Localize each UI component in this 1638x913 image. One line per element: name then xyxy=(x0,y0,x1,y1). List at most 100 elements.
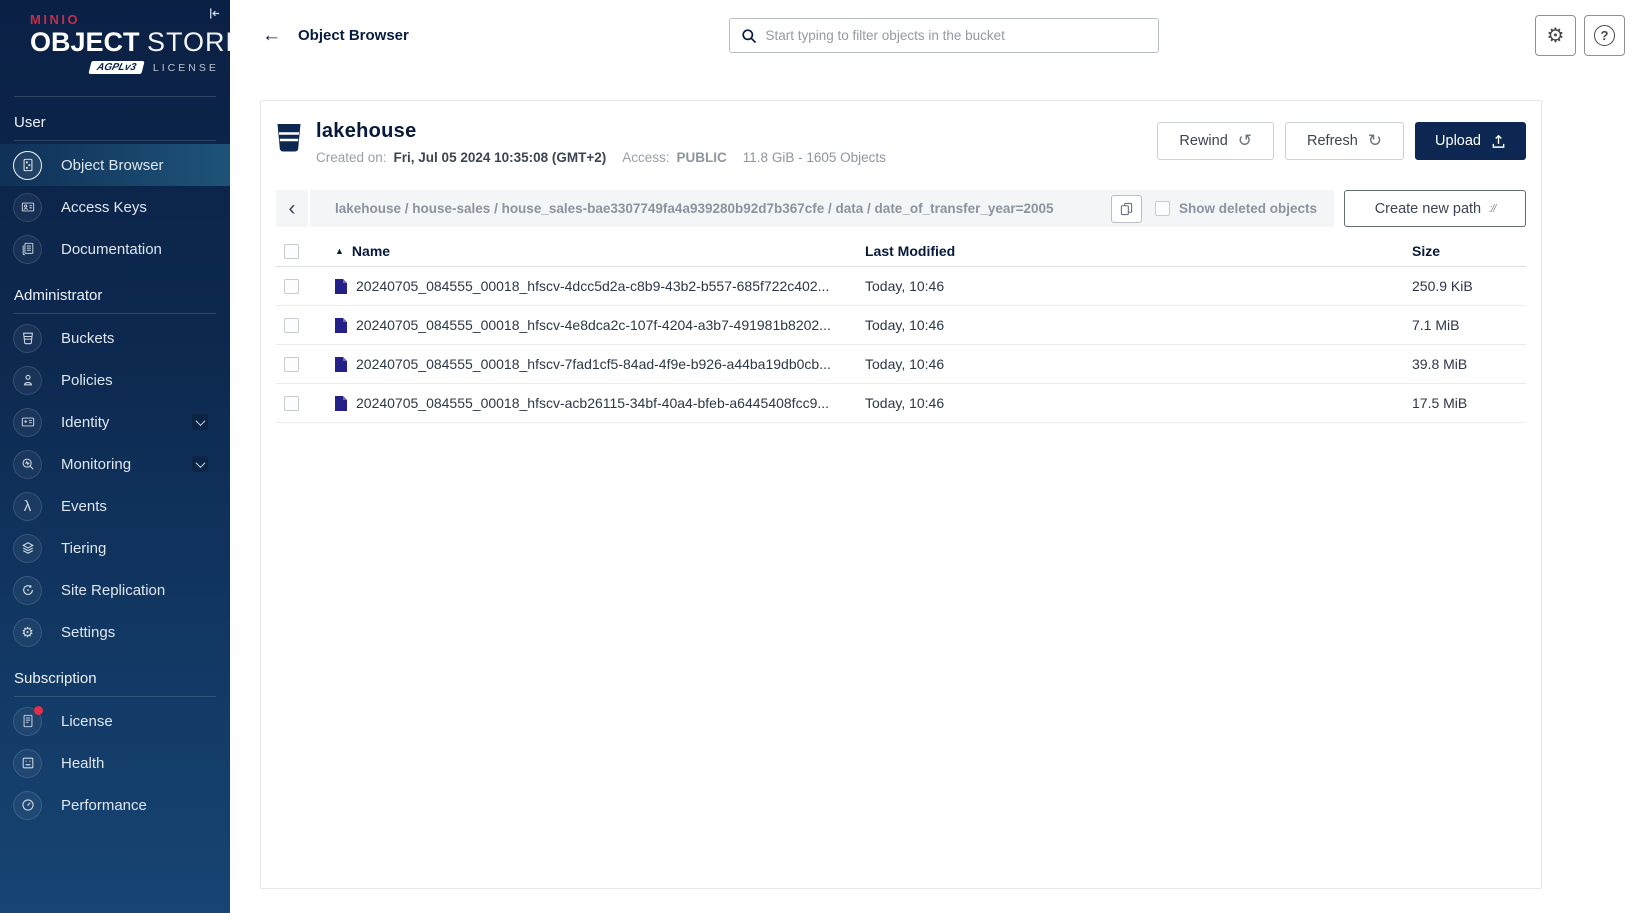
table-row[interactable]: 20240705_084555_00018_hfscv-acb26115-34b… xyxy=(276,384,1526,423)
gear-icon: ⚙ xyxy=(1547,23,1565,48)
sidebar-item-buckets[interactable]: Buckets xyxy=(0,317,230,359)
row-checkbox[interactable] xyxy=(284,279,299,294)
last-modified-column-header[interactable]: Last Modified xyxy=(865,243,1410,259)
upload-button[interactable]: Upload xyxy=(1415,122,1526,160)
license-label: LICENSE xyxy=(153,62,219,74)
sidebar-item-access-keys[interactable]: Access Keys xyxy=(0,186,230,228)
sidebar-item-label: Events xyxy=(61,498,107,515)
logo-title: OBJECT STORE xyxy=(30,27,230,58)
object-filter-searchbox[interactable] xyxy=(729,18,1159,53)
refresh-button[interactable]: Refresh ↻ xyxy=(1285,122,1404,160)
topbar: ← Object Browser ⚙ ? xyxy=(230,0,1638,71)
sidebar-item-label: Performance xyxy=(61,797,147,814)
back-arrow-icon[interactable]: ← xyxy=(262,25,281,47)
row-checkbox[interactable] xyxy=(284,357,299,372)
section-title-subscription: Subscription xyxy=(0,653,230,696)
copy-path-button[interactable] xyxy=(1111,195,1142,223)
access-value[interactable]: PUBLIC xyxy=(677,150,727,165)
policies-icon xyxy=(13,366,42,395)
sidebar-item-tiering[interactable]: Tiering xyxy=(0,527,230,569)
license-icon xyxy=(13,707,42,736)
create-path-icon: :// xyxy=(1489,203,1495,215)
bucket-stats: 11.8 GiB - 1605 Objects xyxy=(743,150,886,165)
show-deleted-label[interactable]: Show deleted objects xyxy=(1179,201,1317,216)
rewind-button[interactable]: Rewind ↺ xyxy=(1157,122,1274,160)
minio-logo: MINIO OBJECT STORE AGPLv3 LICENSE xyxy=(0,0,230,74)
table-row[interactable]: 20240705_084555_00018_hfscv-4e8dca2c-107… xyxy=(276,306,1526,345)
object-modified: Today, 10:46 xyxy=(865,278,1410,294)
sidebar-item-label: Settings xyxy=(61,624,115,641)
breadcrumb-back-chevron[interactable]: ‹ xyxy=(276,190,310,227)
sidebar-item-identity[interactable]: Identity xyxy=(0,401,230,443)
search-icon xyxy=(741,28,757,44)
page-title: Object Browser xyxy=(298,27,409,44)
sidebar-item-documentation[interactable]: Documentation xyxy=(0,228,230,270)
divider xyxy=(14,696,216,697)
sidebar-item-site-replication[interactable]: Site Replication xyxy=(0,569,230,611)
object-name[interactable]: 20240705_084555_00018_hfscv-4e8dca2c-107… xyxy=(356,317,831,333)
object-name[interactable]: 20240705_084555_00018_hfscv-7fad1cf5-84a… xyxy=(356,356,831,372)
object-name[interactable]: 20240705_084555_00018_hfscv-acb26115-34b… xyxy=(356,395,829,411)
show-deleted-checkbox[interactable] xyxy=(1155,201,1170,216)
sidebar-item-license[interactable]: License xyxy=(0,700,230,742)
divider xyxy=(14,140,216,141)
access-label: Access: xyxy=(622,150,669,165)
bucket-browser-card: lakehouse Created on: Fri, Jul 05 2024 1… xyxy=(260,100,1542,889)
sidebar-item-performance[interactable]: Performance xyxy=(0,784,230,826)
sidebar: MINIO OBJECT STORE AGPLv3 LICENSE User O… xyxy=(0,0,230,913)
sidebar-item-label: Access Keys xyxy=(61,199,147,216)
sidebar-collapse-icon[interactable] xyxy=(207,6,222,21)
sidebar-item-health[interactable]: Health xyxy=(0,742,230,784)
help-icon: ? xyxy=(1594,25,1615,46)
table-row[interactable]: 20240705_084555_00018_hfscv-4dcc5d2a-c8b… xyxy=(276,267,1526,306)
sidebar-item-object-browser[interactable]: Object Browser xyxy=(0,144,230,186)
object-modified: Today, 10:46 xyxy=(865,317,1410,333)
agpl-badge: AGPLv3 xyxy=(88,61,144,74)
identity-icon xyxy=(13,408,42,437)
objects-table: ▲ Name Last Modified Size 20240705_08455… xyxy=(276,236,1526,423)
bucket-meta: Created on: Fri, Jul 05 2024 10:35:08 (G… xyxy=(316,150,886,165)
section-title-user: User xyxy=(0,97,230,140)
breadcrumb-strip: ‹ lakehouse / house-sales / house_sales-… xyxy=(276,190,1334,227)
settings-button[interactable]: ⚙ xyxy=(1535,15,1576,56)
monitoring-icon xyxy=(13,450,42,479)
upload-icon xyxy=(1491,134,1506,149)
buckets-icon xyxy=(13,324,42,353)
chevron-down-icon[interactable] xyxy=(192,414,208,430)
object-size: 250.9 KiB xyxy=(1410,278,1526,294)
object-name[interactable]: 20240705_084555_00018_hfscv-4dcc5d2a-c8b… xyxy=(356,278,829,294)
sidebar-item-label: Buckets xyxy=(61,330,114,347)
sidebar-item-label: Tiering xyxy=(61,540,106,557)
object-modified: Today, 10:46 xyxy=(865,356,1410,372)
size-column-header[interactable]: Size xyxy=(1410,243,1526,259)
site-replication-icon xyxy=(13,576,42,605)
sidebar-item-settings[interactable]: ⚙ Settings xyxy=(0,611,230,653)
name-column-header[interactable]: ▲ Name xyxy=(324,243,865,259)
sidebar-item-label: Monitoring xyxy=(61,456,131,473)
performance-gauge-icon xyxy=(13,791,42,820)
sidebar-item-label: License xyxy=(61,713,113,730)
access-keys-icon xyxy=(13,193,42,222)
table-header-row: ▲ Name Last Modified Size xyxy=(276,236,1526,267)
select-all-checkbox[interactable] xyxy=(284,244,299,259)
sidebar-item-policies[interactable]: Policies xyxy=(0,359,230,401)
row-checkbox[interactable] xyxy=(284,318,299,333)
rewind-icon: ↺ xyxy=(1238,131,1252,151)
sidebar-item-label: Documentation xyxy=(61,241,162,258)
row-checkbox[interactable] xyxy=(284,396,299,411)
chevron-down-icon[interactable] xyxy=(192,456,208,472)
breadcrumb-path[interactable]: lakehouse / house-sales / house_sales-ba… xyxy=(310,201,1101,216)
sidebar-item-events[interactable]: λ Events xyxy=(0,485,230,527)
help-button[interactable]: ? xyxy=(1584,15,1625,56)
file-icon xyxy=(335,396,347,411)
create-new-path-button[interactable]: Create new path :// xyxy=(1344,190,1526,227)
table-row[interactable]: 20240705_084555_00018_hfscv-7fad1cf5-84a… xyxy=(276,345,1526,384)
divider xyxy=(14,313,216,314)
object-size: 7.1 MiB xyxy=(1410,317,1526,333)
created-on-value: Fri, Jul 05 2024 10:35:08 (GMT+2) xyxy=(394,150,607,165)
object-modified: Today, 10:46 xyxy=(865,395,1410,411)
search-input[interactable] xyxy=(766,28,1147,43)
bucket-icon xyxy=(276,123,302,153)
health-icon xyxy=(13,749,42,778)
sidebar-item-monitoring[interactable]: Monitoring xyxy=(0,443,230,485)
